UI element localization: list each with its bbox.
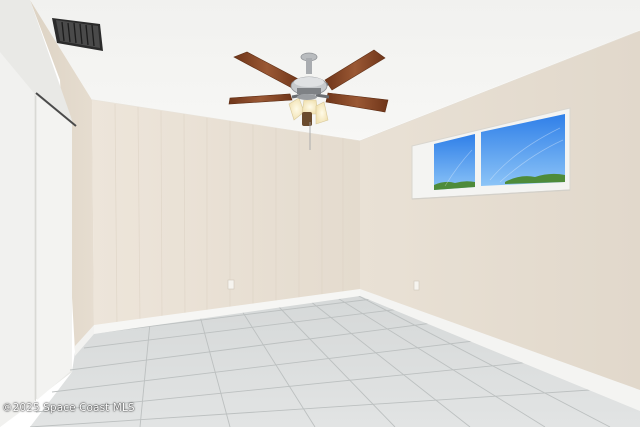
outlet-back-wall <box>227 279 235 290</box>
photo-watermark: ©2025 Space Coast MLS <box>2 402 135 414</box>
closet-door-left <box>0 52 34 427</box>
outlet-right-wall <box>413 280 420 291</box>
room-photo: ©2025 Space Coast MLS <box>0 0 640 428</box>
room-illustration <box>0 0 640 428</box>
closet-door-right <box>37 96 72 400</box>
